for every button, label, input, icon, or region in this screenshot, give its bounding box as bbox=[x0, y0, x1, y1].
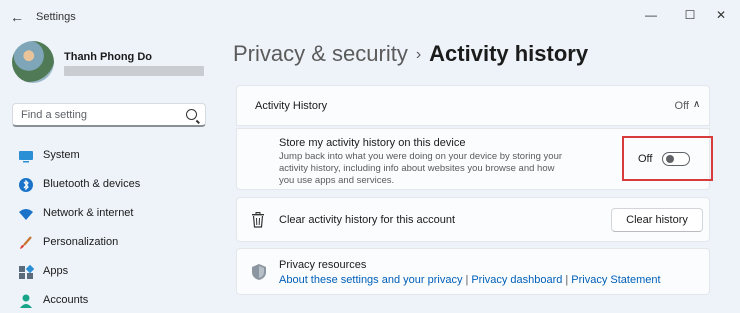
avatar[interactable] bbox=[12, 41, 54, 83]
user-email-redacted bbox=[64, 66, 204, 76]
breadcrumb-parent[interactable]: Privacy & security bbox=[233, 41, 408, 66]
toggle-state-label: Off bbox=[638, 153, 653, 165]
trash-icon bbox=[252, 212, 264, 228]
sidebar-item-bluetooth[interactable]: Bluetooth & devices bbox=[12, 173, 212, 197]
person-icon bbox=[20, 294, 32, 308]
app-title: Settings bbox=[36, 11, 76, 23]
sidebar-item-personalization[interactable]: Personalization bbox=[12, 231, 212, 255]
apps-grid-icon bbox=[19, 264, 34, 279]
breadcrumb: Privacy & security › Activity history bbox=[233, 41, 588, 67]
sidebar-item-label: Accounts bbox=[43, 294, 89, 306]
sidebar-item-apps[interactable]: Apps bbox=[12, 260, 212, 284]
link-separator: | bbox=[465, 274, 469, 286]
clear-history-button[interactable]: Clear history bbox=[611, 208, 703, 232]
shield-icon bbox=[252, 264, 266, 280]
link-privacy-statement[interactable]: Privacy Statement bbox=[571, 274, 660, 286]
sidebar-item-label: Personalization bbox=[43, 236, 119, 248]
sidebar-item-label: System bbox=[43, 149, 80, 161]
activity-history-header[interactable]: Activity History Off ∧ bbox=[236, 85, 710, 126]
highlight-box: Off bbox=[622, 136, 713, 181]
search-icon[interactable] bbox=[186, 109, 197, 120]
privacy-resources: Privacy resources About these settings a… bbox=[236, 248, 710, 295]
monitor-icon bbox=[19, 151, 33, 163]
store-activity-setting: Store my activity history on this device… bbox=[236, 128, 713, 190]
close-button[interactable]: ✕ bbox=[710, 5, 732, 25]
search-input[interactable]: Find a setting bbox=[12, 103, 206, 127]
link-privacy-dashboard[interactable]: Privacy dashboard bbox=[471, 274, 562, 286]
chevron-up-icon[interactable]: ∧ bbox=[693, 99, 705, 111]
bluetooth-icon bbox=[19, 178, 33, 192]
store-activity-description: Jump back into what you were doing on yo… bbox=[279, 151, 563, 186]
search-placeholder: Find a setting bbox=[21, 109, 88, 121]
store-activity-toggle[interactable] bbox=[662, 152, 690, 166]
page-title: Activity history bbox=[429, 41, 589, 66]
brush-icon bbox=[20, 236, 32, 249]
user-name: Thanh Phong Do bbox=[64, 51, 152, 63]
wifi-icon bbox=[19, 209, 33, 220]
privacy-resources-title: Privacy resources bbox=[279, 259, 367, 271]
back-arrow-icon[interactable]: ← bbox=[10, 10, 24, 24]
link-separator: | bbox=[565, 274, 569, 286]
clear-history-setting: Clear activity history for this account … bbox=[236, 197, 710, 242]
clear-history-label: Clear activity history for this account bbox=[279, 214, 456, 226]
sidebar-item-network[interactable]: Network & internet bbox=[12, 202, 212, 226]
breadcrumb-separator: › bbox=[415, 46, 422, 63]
link-about-settings-privacy[interactable]: About these settings and your privacy bbox=[279, 274, 462, 286]
activity-history-status: Off bbox=[674, 100, 689, 112]
sidebar-item-accounts[interactable]: Accounts bbox=[12, 289, 212, 313]
title-bar: ← Settings — ☐ ✕ bbox=[0, 0, 740, 34]
minimize-button[interactable]: — bbox=[640, 5, 662, 25]
sidebar-item-label: Bluetooth & devices bbox=[43, 178, 141, 190]
sidebar-item-label: Apps bbox=[43, 265, 69, 277]
sidebar-item-label: Network & internet bbox=[43, 207, 134, 219]
sidebar-item-system[interactable]: System bbox=[12, 144, 212, 168]
privacy-links: About these settings and your privacy | Pr… bbox=[279, 274, 661, 286]
toggle-knob bbox=[666, 155, 674, 163]
maximize-button[interactable]: ☐ bbox=[679, 5, 701, 25]
store-activity-title: Store my activity history on this device bbox=[279, 137, 466, 149]
activity-history-title: Activity History bbox=[255, 100, 328, 112]
